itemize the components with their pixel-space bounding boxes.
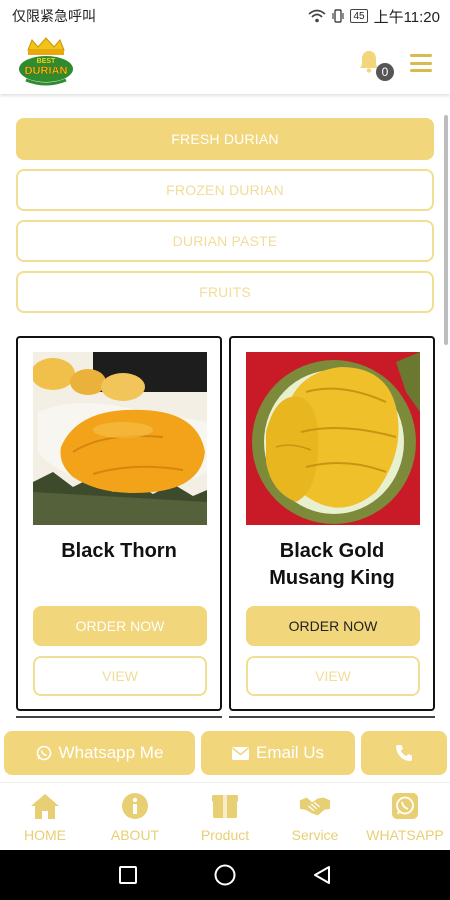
handshake-icon — [299, 791, 331, 821]
nav-about[interactable]: ABOUT — [90, 783, 180, 850]
category-fruits-button[interactable]: FRUITS — [16, 271, 434, 313]
email-us-label: Email Us — [255, 743, 324, 762]
nav-product-label: Product — [200, 826, 250, 843]
scrollbar[interactable] — [444, 115, 448, 345]
call-button[interactable] — [361, 731, 447, 775]
envelope-icon — [231, 746, 249, 760]
nav-home-label: HOME — [24, 826, 66, 843]
svg-text:DURIAN: DURIAN — [25, 65, 68, 77]
product-name: Black Gold Musang King — [269, 540, 395, 589]
clock: 上午11:20 — [373, 8, 440, 26]
next-product-card-edge — [229, 716, 435, 722]
carrier-text: 仅限紧急呼叫 — [12, 8, 96, 24]
nav-service[interactable]: Service — [270, 783, 360, 850]
battery-level: 45 — [353, 10, 365, 22]
vibrate-icon — [332, 9, 345, 23]
category-frozen-durian-button[interactable]: FROZEN DURIAN — [16, 169, 434, 211]
recents-button[interactable] — [103, 855, 153, 895]
nav-about-label: ABOUT — [110, 826, 160, 843]
product-card: Black Gold Musang King ORDER NOW VIEW — [229, 336, 435, 711]
whatsapp-icon — [389, 791, 421, 821]
nav-whatsapp[interactable]: WHATSAPP — [360, 783, 450, 850]
svg-text:BEST: BEST — [37, 58, 56, 65]
order-now-button[interactable]: ORDER NOW — [246, 606, 420, 646]
whatsapp-icon — [36, 745, 51, 761]
status-bar: 仅限紧急呼叫 45 上午11:20 — [0, 0, 450, 32]
status-icons: 45 上午11:20 — [308, 6, 440, 27]
product-image-black-thorn[interactable] — [33, 352, 207, 525]
box-icon — [209, 791, 241, 821]
nav-whatsapp-label: WHATSAPP — [366, 826, 444, 843]
next-product-card-edge — [16, 716, 222, 722]
nav-product[interactable]: Product — [180, 783, 270, 850]
back-triangle-icon — [313, 866, 330, 884]
notification-badge: 0 — [376, 63, 394, 81]
notification-button[interactable]: 0 — [358, 49, 394, 81]
best-durian-logo[interactable]: BEST DURIAN — [18, 36, 74, 90]
whatsapp-me-button[interactable]: Whatsapp Me — [4, 731, 195, 775]
battery-icon: 45 — [350, 9, 368, 23]
category-fresh-durian-button[interactable]: FRESH DURIAN — [16, 118, 434, 160]
header-actions: 0 — [358, 49, 432, 81]
home-icon — [29, 791, 61, 821]
whatsapp-me-label: Whatsapp Me — [58, 743, 164, 762]
product-card: Black Thorn ORDER NOW VIEW — [16, 336, 222, 711]
view-button[interactable]: VIEW — [33, 656, 207, 696]
home-system-button[interactable] — [200, 855, 250, 895]
email-us-button[interactable]: Email Us — [201, 731, 355, 775]
app-header: BEST DURIAN 0 — [0, 32, 450, 94]
square-icon — [119, 866, 138, 884]
wifi-icon — [308, 9, 327, 23]
product-name: Black Thorn — [61, 540, 177, 562]
hamburger-menu-icon[interactable] — [410, 54, 432, 72]
nav-home[interactable]: HOME — [0, 783, 90, 850]
bottom-navigation: HOME ABOUT Product Service WHATSAPP — [0, 782, 450, 850]
circle-icon — [214, 864, 236, 886]
phone-icon — [396, 745, 412, 761]
back-button[interactable] — [297, 855, 347, 895]
nav-service-label: Service — [291, 826, 339, 843]
category-durian-paste-button[interactable]: DURIAN PASTE — [16, 220, 434, 262]
contact-bar: Whatsapp Me Email Us — [0, 724, 450, 782]
product-image-black-gold-musang-king[interactable] — [246, 352, 420, 525]
system-navigation-bar — [0, 850, 450, 900]
view-button[interactable]: VIEW — [246, 656, 420, 696]
info-icon — [119, 791, 151, 821]
order-now-button[interactable]: ORDER NOW — [33, 606, 207, 646]
